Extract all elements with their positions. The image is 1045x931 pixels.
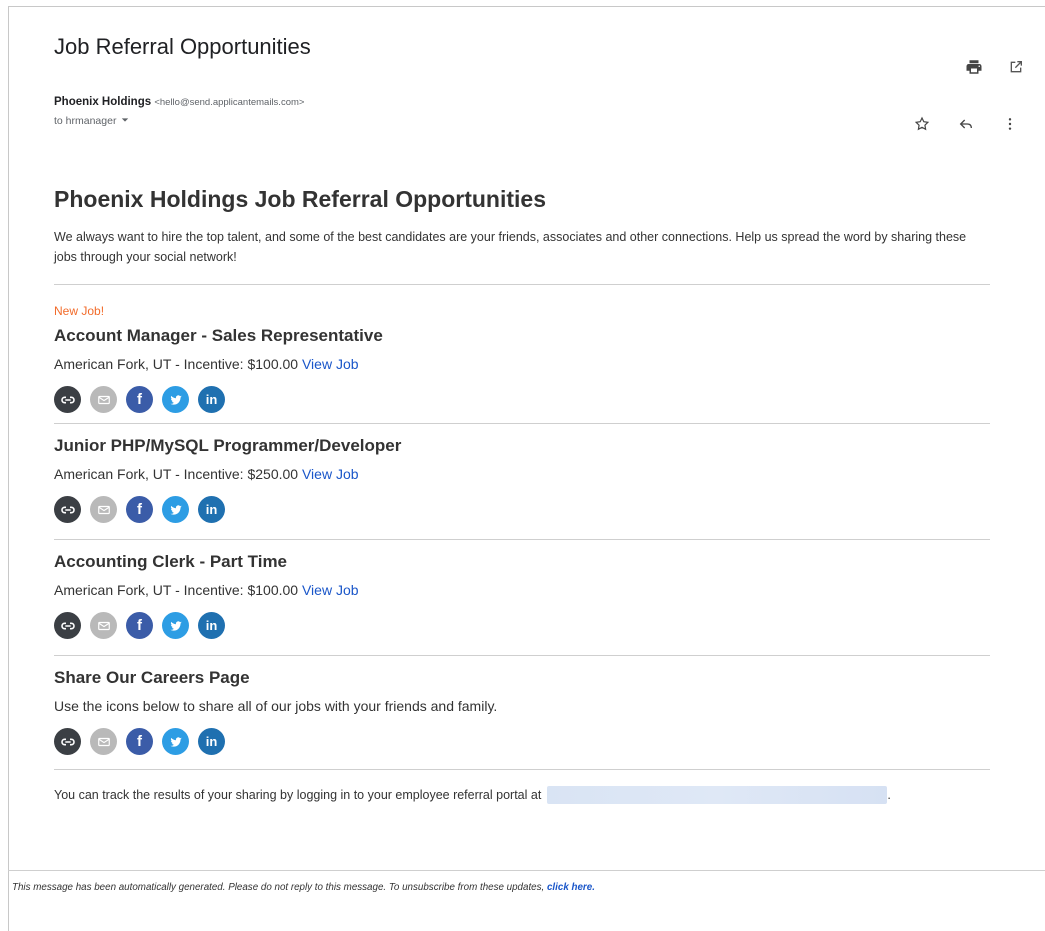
twitter-icon[interactable] (162, 496, 189, 523)
share-icons: f in (54, 728, 990, 755)
email-heading: Phoenix Holdings Job Referral Opportunit… (54, 186, 546, 212)
tracking-end: . (887, 788, 891, 802)
job-meta: American Fork, UT - Incentive: $250.00 V… (54, 466, 990, 482)
email-icon[interactable] (90, 612, 117, 639)
job-location-incentive: American Fork, UT - Incentive: $100.00 (54, 356, 299, 372)
email-icon[interactable] (90, 386, 117, 413)
job-title: Account Manager - Sales Representative (54, 326, 383, 345)
star-icon[interactable] (911, 113, 933, 135)
job-meta: American Fork, UT - Incentive: $100.00 V… (54, 582, 990, 598)
divider (54, 284, 990, 285)
unsubscribe-link[interactable]: click here. (547, 882, 595, 893)
chevron-down-icon[interactable] (121, 115, 129, 127)
email-subject: Job Referral Opportunities (54, 34, 311, 59)
sender-line: Phoenix Holdings <hello@send.applicantem… (54, 96, 304, 108)
email-footer: This message has been automatically gene… (12, 882, 595, 893)
view-job-link[interactable]: View Job (302, 466, 359, 482)
divider (54, 423, 990, 424)
footer-divider (8, 870, 1045, 871)
share-text: Use the icons below to share all of our … (54, 698, 498, 714)
sender-email: <hello@send.applicantemails.com> (154, 97, 305, 108)
tracking-text: You can track the results of your sharin… (54, 788, 542, 802)
sender-name: Phoenix Holdings (54, 96, 152, 108)
facebook-icon[interactable]: f (126, 386, 153, 413)
linkedin-icon[interactable]: in (198, 496, 225, 523)
job-location-incentive: American Fork, UT - Incentive: $100.00 (54, 582, 299, 598)
job-listing: New Job! Account Manager - Sales Represe… (54, 304, 990, 413)
footer-text: This message has been automatically gene… (12, 882, 545, 893)
facebook-icon[interactable]: f (126, 612, 153, 639)
job-listing: Accounting Clerk - Part Time American Fo… (54, 552, 990, 639)
job-listing: Junior PHP/MySQL Programmer/Developer Am… (54, 436, 990, 523)
link-icon[interactable] (54, 612, 81, 639)
email-body: Phoenix Holdings Job Referral Opportunit… (54, 186, 990, 804)
view-job-link[interactable]: View Job (302, 356, 359, 372)
job-title: Accounting Clerk - Part Time (54, 552, 288, 571)
share-icons: f in (54, 612, 990, 639)
print-icon[interactable] (963, 56, 985, 78)
linkedin-icon[interactable]: in (198, 728, 225, 755)
reply-icon[interactable] (955, 113, 977, 135)
email-icon[interactable] (90, 728, 117, 755)
share-title: Share Our Careers Page (54, 668, 250, 687)
recipient-line[interactable]: to hrmanager (54, 115, 129, 127)
link-icon[interactable] (54, 728, 81, 755)
email-icon[interactable] (90, 496, 117, 523)
linkedin-icon[interactable]: in (198, 612, 225, 639)
divider (54, 769, 990, 770)
message-actions (911, 113, 1021, 135)
link-icon[interactable] (54, 496, 81, 523)
linkedin-icon[interactable]: in (198, 386, 225, 413)
share-icons: f in (54, 496, 990, 523)
share-icons: f in (54, 386, 990, 413)
portal-link-redacted[interactable] (547, 786, 888, 804)
recipient-label: to hrmanager (54, 115, 117, 127)
view-job-link[interactable]: View Job (302, 582, 359, 598)
facebook-icon[interactable]: f (126, 496, 153, 523)
divider (54, 539, 990, 540)
more-vert-icon[interactable] (999, 113, 1021, 135)
header-toolbar (963, 56, 1027, 78)
new-job-badge: New Job! (54, 304, 105, 318)
job-location-incentive: American Fork, UT - Incentive: $250.00 (54, 466, 299, 482)
tracking-note: You can track the results of your sharin… (54, 786, 990, 804)
intro-text: We always want to hire the top talent, a… (54, 230, 967, 264)
divider (54, 655, 990, 656)
link-icon[interactable] (54, 386, 81, 413)
twitter-icon[interactable] (162, 386, 189, 413)
job-title: Junior PHP/MySQL Programmer/Developer (54, 436, 402, 455)
twitter-icon[interactable] (162, 612, 189, 639)
facebook-icon[interactable]: f (126, 728, 153, 755)
share-careers-section: Share Our Careers Page Use the icons bel… (54, 668, 990, 755)
twitter-icon[interactable] (162, 728, 189, 755)
open-in-new-icon[interactable] (1005, 56, 1027, 78)
job-meta: American Fork, UT - Incentive: $100.00 V… (54, 356, 990, 372)
